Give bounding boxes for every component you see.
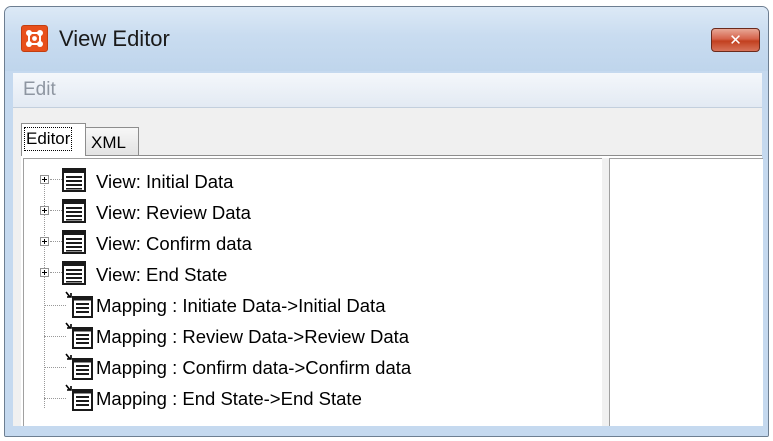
tree-item-mapping[interactable]: Mapping : End State->End State xyxy=(24,383,594,414)
tree-connector-line xyxy=(44,305,66,306)
tree-item-view[interactable]: View: Initial Data xyxy=(24,166,594,197)
tree-item-view[interactable]: View: End State xyxy=(24,259,594,290)
tree-item-label: Mapping : End State->End State xyxy=(96,388,362,409)
tree-item-label: View: Confirm data xyxy=(96,233,252,254)
tree-item-label: Mapping : Review Data->Review Data xyxy=(96,326,410,347)
editor-panel: View: Initial Data View: Review Data Vie… xyxy=(21,155,763,428)
mapping-icon xyxy=(65,384,93,411)
tree-connector-line xyxy=(44,336,66,337)
tab-editor-label: Editor xyxy=(23,127,73,151)
tree-view[interactable]: View: Initial Data View: Review Data Vie… xyxy=(23,158,602,428)
tab-editor[interactable]: Editor xyxy=(21,123,86,156)
tree-connector-line xyxy=(50,179,62,180)
tree-connector-line xyxy=(44,367,66,368)
close-icon: ✕ xyxy=(729,31,742,49)
tree-item-label: View: End State xyxy=(96,264,228,285)
tree-connector-line xyxy=(50,210,62,211)
window-bottom-border xyxy=(5,426,768,436)
app-grid-icon xyxy=(21,25,48,52)
document-list-icon xyxy=(62,168,86,192)
tree-item-label: View: Initial Data xyxy=(96,171,234,192)
expand-icon[interactable] xyxy=(40,175,49,184)
expand-icon[interactable] xyxy=(40,237,49,246)
menu-edit[interactable]: Edit xyxy=(23,79,56,101)
tree-item-view[interactable]: View: Review Data xyxy=(24,197,594,228)
tree-item-mapping[interactable]: Mapping : Initiate Data->Initial Data xyxy=(24,290,594,321)
tab-xml[interactable]: XML xyxy=(86,127,139,156)
tree-item-label: Mapping : Confirm data->Confirm data xyxy=(96,357,412,378)
mapping-icon xyxy=(65,291,93,318)
tree-item-label: View: Review Data xyxy=(96,202,251,223)
expand-icon[interactable] xyxy=(40,268,49,277)
window-title: View Editor xyxy=(59,26,170,51)
document-list-icon xyxy=(62,261,86,285)
document-list-icon xyxy=(62,230,86,254)
tree-connector-line xyxy=(50,272,62,273)
view-editor-window: View Editor ✕ Edit Editor XML View: Init… xyxy=(4,6,769,437)
menu-bar: Edit xyxy=(13,73,762,108)
mapping-icon xyxy=(65,353,93,380)
tree-item-view[interactable]: View: Confirm data xyxy=(24,228,594,259)
title-bar[interactable]: View Editor ✕ xyxy=(5,7,768,71)
tree-item-mapping[interactable]: Mapping : Confirm data->Confirm data xyxy=(24,352,594,383)
document-list-icon xyxy=(62,199,86,223)
expand-icon[interactable] xyxy=(40,206,49,215)
tree-connector-line xyxy=(50,241,62,242)
tree-connector-line xyxy=(44,398,66,399)
mapping-icon xyxy=(65,322,93,349)
close-button[interactable]: ✕ xyxy=(711,28,760,52)
tab-xml-label: XML xyxy=(91,133,126,152)
tree-item-mapping[interactable]: Mapping : Review Data->Review Data xyxy=(24,321,594,352)
editor-content: Editor XML View: Initial Data View: Revi… xyxy=(13,108,763,428)
detail-pane[interactable] xyxy=(609,158,763,428)
pane-splitter[interactable] xyxy=(602,158,609,427)
tree-item-label: Mapping : Initiate Data->Initial Data xyxy=(96,295,386,316)
